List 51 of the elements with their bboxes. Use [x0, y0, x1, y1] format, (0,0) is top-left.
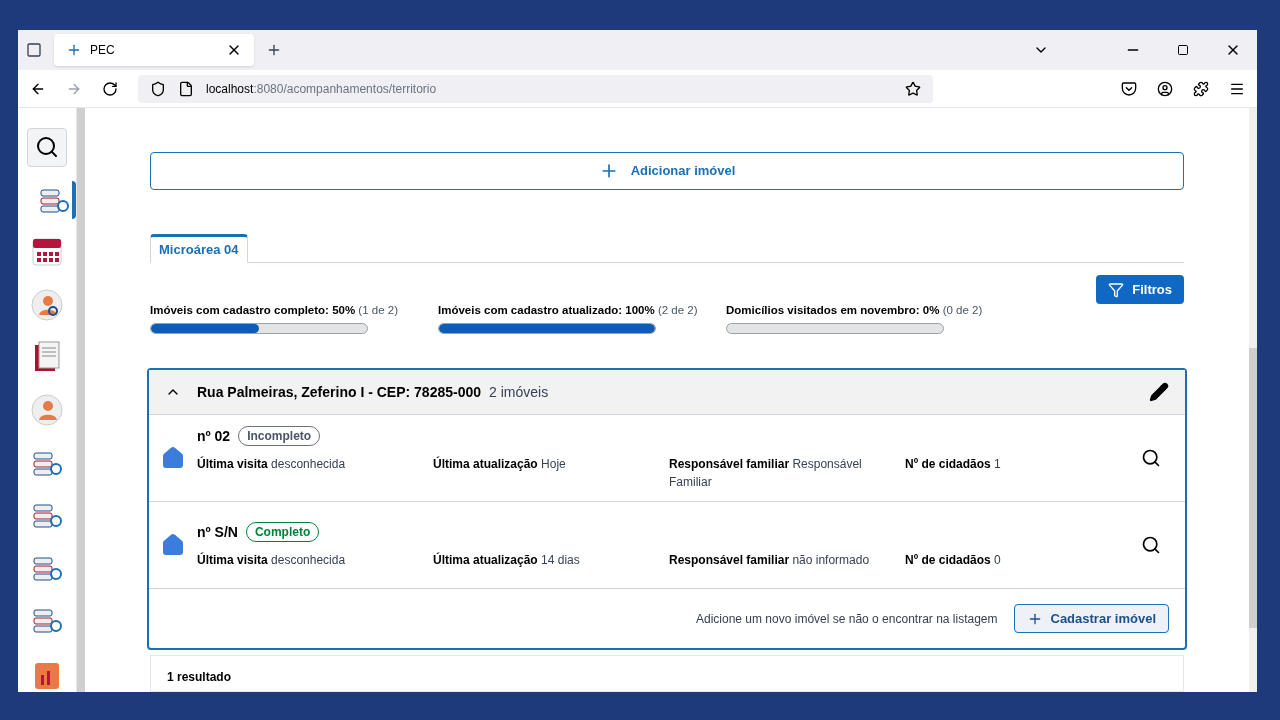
property-number: nº 02 — [197, 427, 231, 446]
register-property-button[interactable]: Cadastrar imóvel — [1013, 604, 1169, 634]
reload-icon[interactable] — [102, 80, 118, 97]
street-header[interactable]: Rua Palmeiras, Zeferino I - CEP: 78285-000 2 imóveis — [149, 370, 1185, 416]
pocket-icon[interactable] — [1121, 80, 1137, 97]
search-icon — [35, 135, 59, 160]
browser-tab[interactable]: PEC — [54, 34, 254, 66]
search-icon[interactable] — [1141, 535, 1161, 556]
house-icon — [161, 533, 185, 558]
tab[interactable]: Microárea 04 — [150, 234, 248, 264]
restore-icon[interactable] — [1177, 44, 1189, 56]
field-text: Responsável familiar não informado — [669, 553, 870, 567]
person-icon — [29, 392, 65, 428]
stat-count: (1 de 2) — [358, 304, 398, 317]
new-tab-icon[interactable] — [266, 42, 282, 58]
tab-list-icon[interactable] — [26, 42, 42, 58]
stat-label: Domicílios visitados em novembro: 0% — [726, 304, 940, 317]
shield-icon — [150, 80, 166, 97]
stat-label: Imóveis com cadastro atualizado: 100% — [438, 304, 655, 317]
search-icon[interactable] — [1141, 448, 1161, 469]
property-number: nº S/N — [197, 523, 238, 542]
page-icon — [178, 80, 194, 97]
field-text: Última visita desconhecida — [197, 553, 346, 567]
address-bar[interactable]: localhost:8080/acompanhamentos/territorio — [138, 74, 933, 103]
filter-icon — [1108, 281, 1125, 298]
stat-label: Imóveis com cadastro completo: 50% — [150, 304, 356, 317]
url-text: localhost:8080/acompanhamentos/territorio — [206, 80, 438, 97]
house-icon — [161, 446, 185, 471]
field-text: Última visita desconhecida — [197, 457, 346, 471]
stat-count: (0 de 2) — [942, 304, 983, 317]
property-count: 2 imóveis — [489, 383, 549, 402]
street-title: Rua Palmeiras, Zeferino I - CEP: 78285-000 — [197, 383, 481, 402]
filters-button[interactable]: Filtros — [1096, 275, 1184, 305]
scrollbar[interactable] — [77, 108, 85, 692]
field-text: Última atualização 14 dias — [433, 553, 580, 567]
account-icon[interactable] — [1157, 80, 1173, 97]
field-text: Nº de cidadãos 1 — [905, 457, 1001, 471]
field-text: Última atualização Hoje — [433, 457, 566, 471]
person-icon — [29, 286, 65, 323]
add-property-button[interactable]: Adicionar imóvel — [150, 152, 1184, 191]
extensions-icon[interactable] — [1193, 80, 1209, 97]
field-text: Nº de cidadãos 0 — [905, 553, 1001, 567]
cross-icon — [66, 42, 82, 58]
scrollbar[interactable] — [1249, 108, 1257, 692]
edit-icon[interactable] — [1149, 382, 1169, 403]
stat-count: (2 de 2) — [657, 304, 698, 317]
star-icon[interactable] — [905, 80, 921, 97]
field-text: Responsável familiar Responsável Familiar — [669, 457, 862, 489]
results-count: 1 resultado — [167, 670, 232, 685]
tab-title: PEC — [90, 42, 116, 58]
footer-hint: Adicione um novo imóvel se não o encontrar na listagem — [696, 611, 998, 628]
